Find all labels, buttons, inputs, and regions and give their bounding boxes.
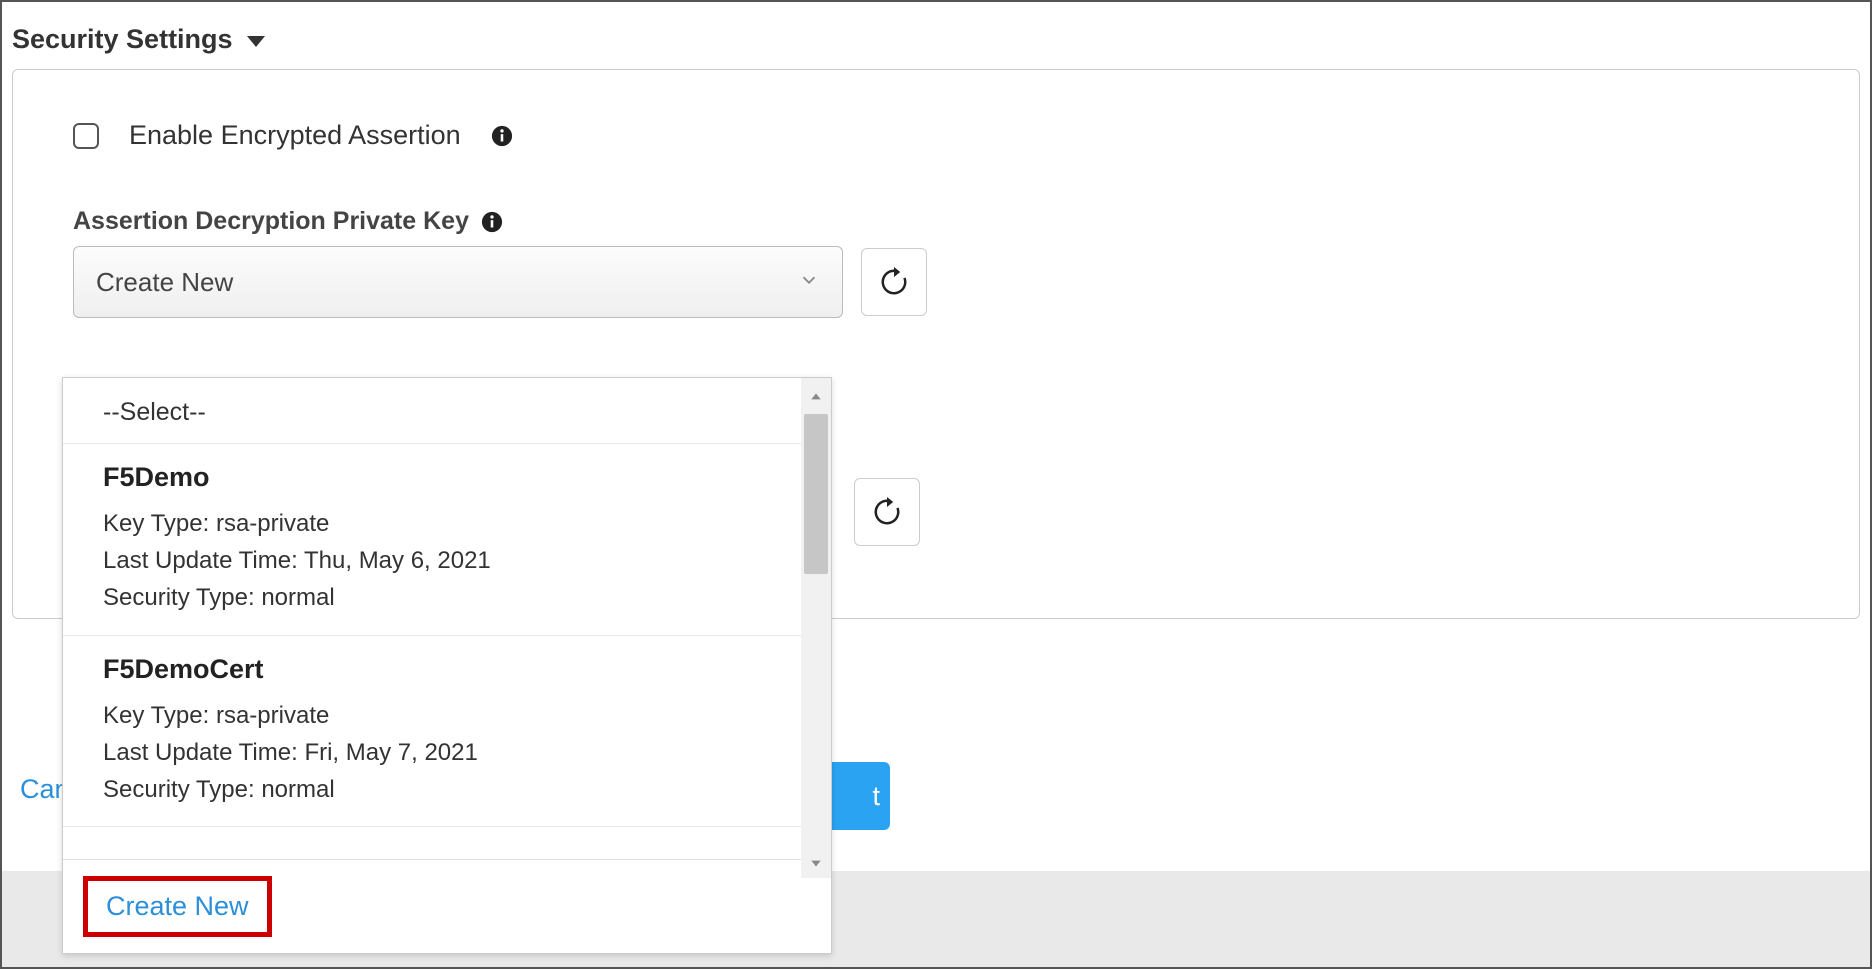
- dropdown-option-f5democert[interactable]: F5DemoCert Key Type: rsa-private Last Up…: [63, 636, 801, 828]
- private-key-label-row: Assertion Decryption Private Key: [73, 207, 1799, 236]
- next-button[interactable]: t: [822, 762, 890, 830]
- enable-encrypted-assertion-checkbox[interactable]: [73, 123, 99, 149]
- private-key-label: Assertion Decryption Private Key: [73, 207, 469, 236]
- section-header[interactable]: Security Settings: [2, 2, 1870, 69]
- chevron-down-icon: [798, 269, 820, 296]
- info-icon[interactable]: [481, 211, 503, 233]
- next-button-text-partial: t: [872, 781, 880, 812]
- encrypted-assertion-row: Enable Encrypted Assertion: [73, 120, 1799, 151]
- dropdown-placeholder-option[interactable]: --Select--: [63, 378, 801, 444]
- scrollbar-track[interactable]: [801, 378, 831, 878]
- refresh-button-cert[interactable]: [854, 478, 920, 546]
- info-icon[interactable]: [491, 125, 513, 147]
- private-key-select-row: Create New: [73, 246, 1799, 318]
- caret-down-icon: [247, 36, 265, 47]
- private-key-dropdown: --Select-- F5Demo Key Type: rsa-private …: [62, 377, 832, 954]
- dropdown-option-peek[interactable]: [63, 827, 801, 859]
- option-security-type: Security Type: normal: [103, 579, 761, 616]
- dropdown-footer: Create New: [63, 859, 831, 953]
- enable-encrypted-assertion-label: Enable Encrypted Assertion: [129, 120, 461, 151]
- option-last-update: Last Update Time: Fri, May 7, 2021: [103, 734, 761, 771]
- window-frame: Security Settings Enable Encrypted Asser…: [0, 0, 1872, 969]
- refresh-button[interactable]: [861, 248, 927, 316]
- option-key-type: Key Type: rsa-private: [103, 697, 761, 734]
- option-last-update: Last Update Time: Thu, May 6, 2021: [103, 542, 761, 579]
- dropdown-option-f5demo[interactable]: F5Demo Key Type: rsa-private Last Update…: [63, 444, 801, 636]
- option-key-type: Key Type: rsa-private: [103, 505, 761, 542]
- option-title: F5DemoCert: [103, 654, 761, 685]
- scrollbar-thumb[interactable]: [804, 414, 828, 574]
- option-security-type: Security Type: normal: [103, 771, 761, 808]
- create-new-label: Create New: [106, 891, 249, 921]
- option-title: F5Demo: [103, 462, 761, 493]
- private-key-selected-value: Create New: [96, 267, 233, 298]
- section-title: Security Settings: [12, 24, 233, 55]
- scroll-up-arrow-icon[interactable]: [801, 382, 831, 412]
- scroll-down-arrow-icon[interactable]: [801, 848, 831, 878]
- dropdown-content: --Select-- F5Demo Key Type: rsa-private …: [63, 378, 831, 859]
- private-key-select[interactable]: Create New: [73, 246, 843, 318]
- dropdown-scroll-area: --Select-- F5Demo Key Type: rsa-private …: [63, 378, 831, 859]
- create-new-button[interactable]: Create New: [83, 876, 272, 937]
